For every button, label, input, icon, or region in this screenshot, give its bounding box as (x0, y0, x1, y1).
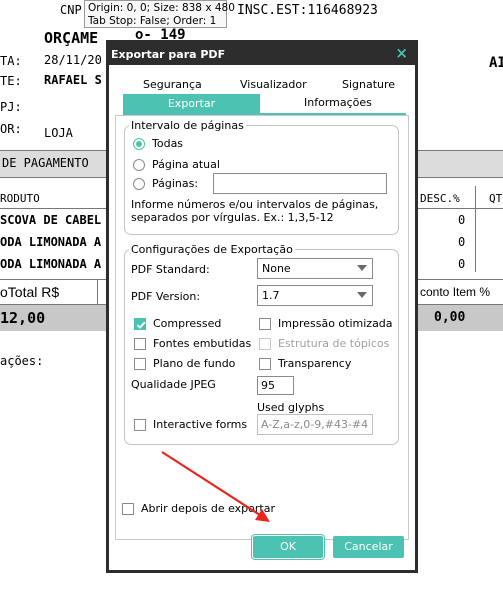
annotation-arrow-icon (161, 451, 270, 522)
